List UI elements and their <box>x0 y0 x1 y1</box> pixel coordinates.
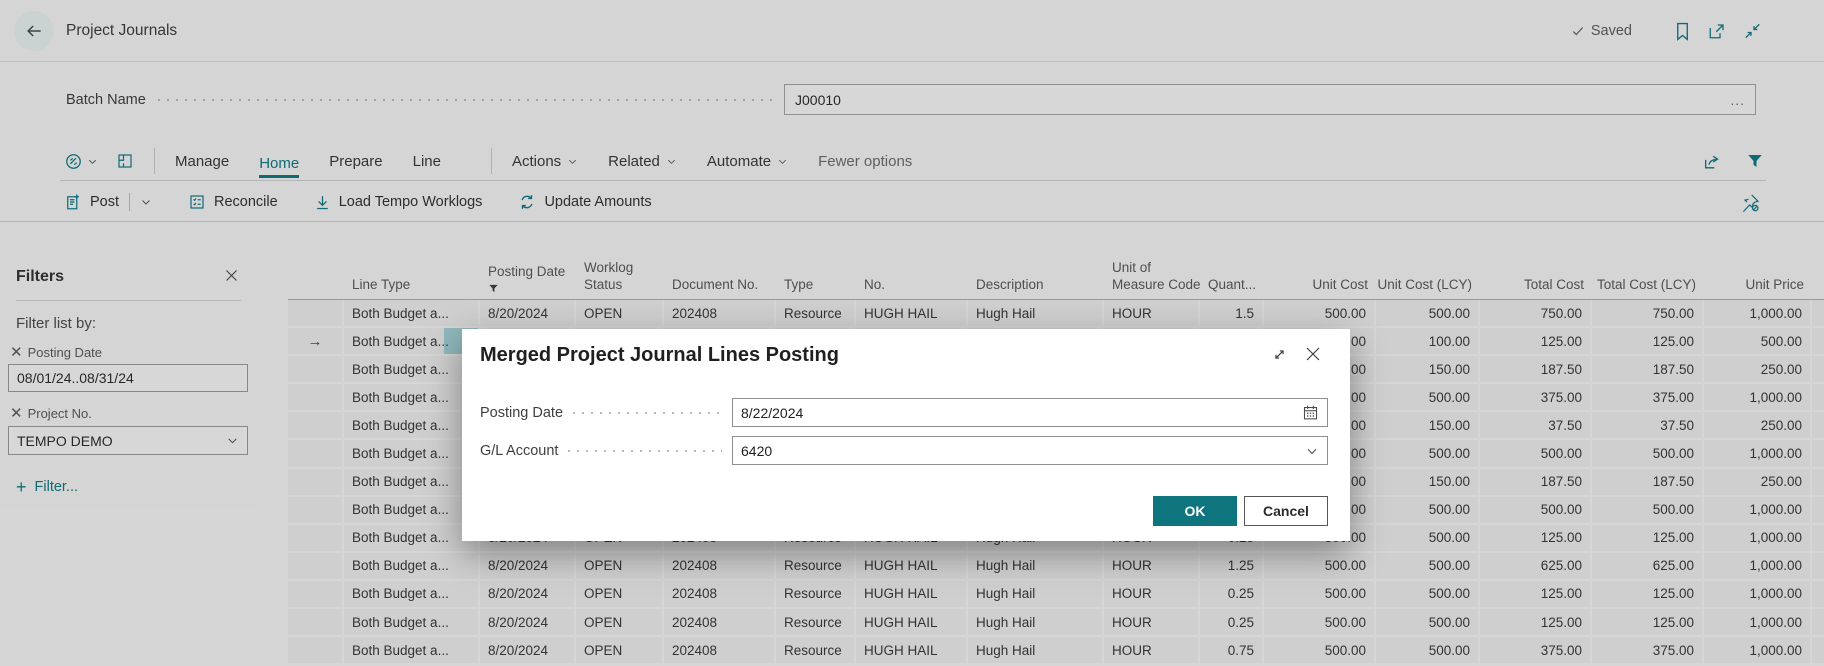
dialog-posting-date-row: Posting Date 8/22/2024 <box>480 398 1328 427</box>
posting-date-label: Posting Date <box>480 405 563 421</box>
cancel-button[interactable]: Cancel <box>1244 496 1328 526</box>
posting-date-input[interactable]: 8/22/2024 <box>732 398 1328 427</box>
gl-account-label: G/L Account <box>480 443 558 459</box>
calendar-icon[interactable] <box>1302 404 1319 421</box>
dialog-gl-account-row: G/L Account 6420 <box>480 436 1328 465</box>
expand-dialog-icon[interactable] <box>1271 346 1288 363</box>
dialog-buttons: OK Cancel <box>1153 496 1328 526</box>
merged-posting-dialog: Merged Project Journal Lines Posting Pos… <box>462 329 1350 541</box>
ok-button[interactable]: OK <box>1153 496 1237 526</box>
gl-account-value: 6420 <box>741 443 1305 459</box>
close-icon[interactable] <box>1304 345 1322 363</box>
dotted-leader <box>568 450 722 452</box>
gl-account-select[interactable]: 6420 <box>732 436 1328 465</box>
posting-date-value: 8/22/2024 <box>741 405 1302 421</box>
dotted-leader <box>573 412 722 414</box>
chevron-down-icon[interactable] <box>1305 444 1319 458</box>
dialog-title: Merged Project Journal Lines Posting <box>480 344 839 367</box>
